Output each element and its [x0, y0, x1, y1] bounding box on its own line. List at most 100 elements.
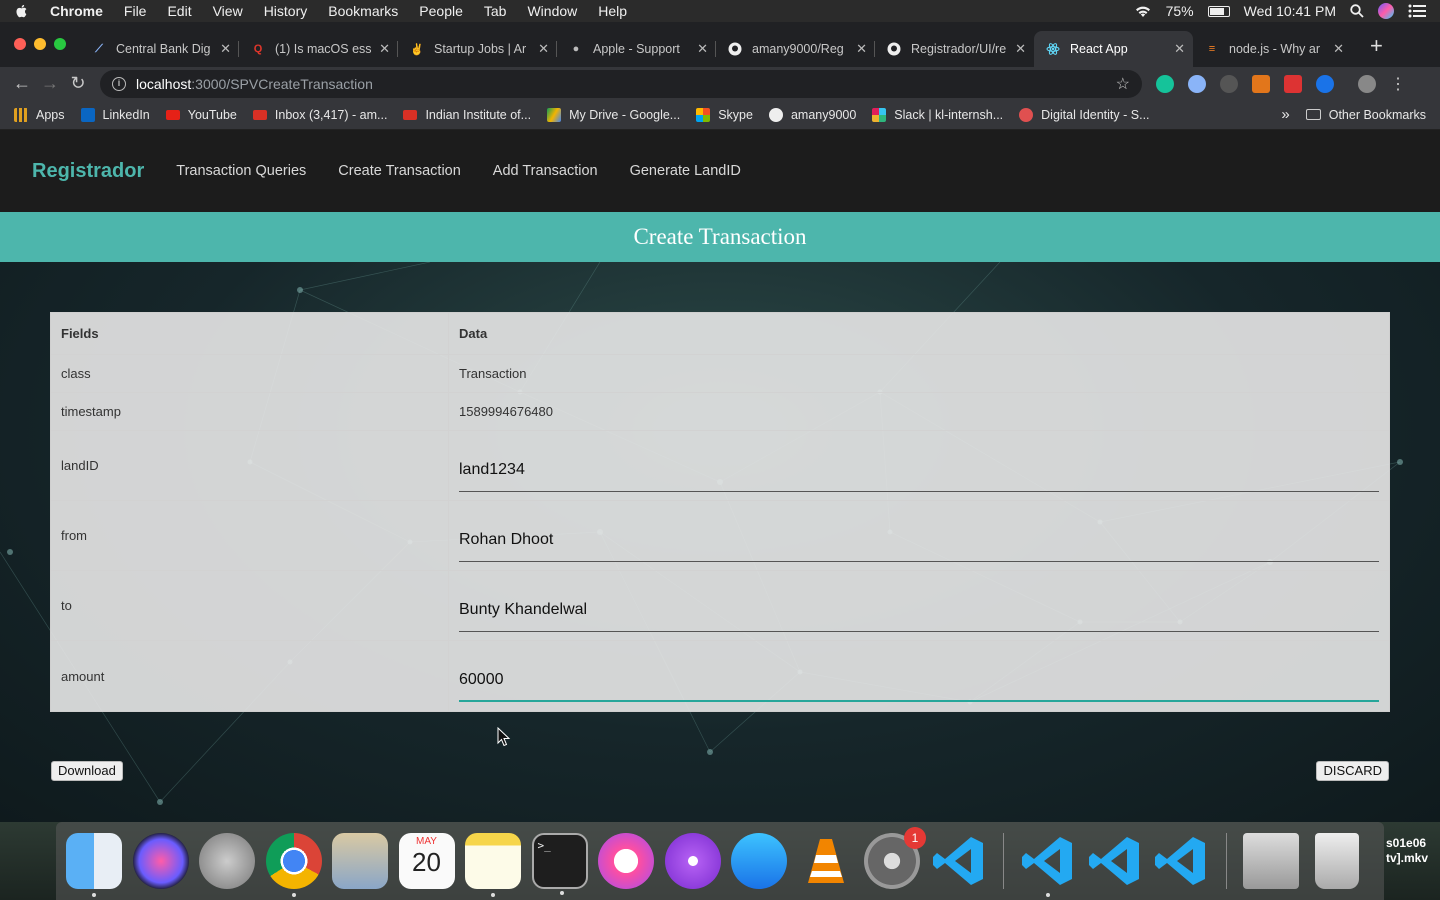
zoom-window-button[interactable] — [54, 38, 66, 50]
app-store-icon[interactable] — [731, 833, 787, 889]
menu-help[interactable]: Help — [598, 3, 627, 19]
finder-icon[interactable] — [66, 833, 122, 897]
calendar-icon[interactable]: MAY 20 — [398, 833, 455, 889]
amount-input[interactable] — [459, 660, 1379, 702]
nav-create-transaction[interactable]: Create Transaction — [338, 163, 461, 179]
bookmark-github-amany[interactable]: amany9000 — [768, 107, 856, 122]
close-tab-icon[interactable]: ✕ — [538, 41, 549, 57]
close-tab-icon[interactable]: ✕ — [1333, 41, 1344, 57]
tab-title: Apple - Support — [593, 42, 680, 56]
downloads-folder-icon[interactable] — [1242, 833, 1299, 889]
chrome-icon[interactable] — [265, 833, 322, 897]
tab-github-amany[interactable]: amany9000/Reg ✕ — [716, 31, 875, 67]
menu-tab[interactable]: Tab — [484, 3, 507, 19]
nav-add-transaction[interactable]: Add Transaction — [493, 163, 598, 179]
menu-history[interactable]: History — [264, 3, 308, 19]
bookmark-iit[interactable]: Indian Institute of... — [403, 108, 531, 122]
address-bar[interactable]: i localhost:3000/SPVCreateTransaction ☆ — [100, 69, 1142, 98]
trash-icon[interactable] — [1315, 833, 1359, 889]
close-tab-icon[interactable]: ✕ — [1015, 41, 1026, 57]
menu-view[interactable]: View — [213, 3, 243, 19]
close-window-button[interactable] — [14, 38, 26, 50]
column-header-fields: Fields — [51, 313, 449, 354]
brand-logo[interactable]: Registrador — [32, 160, 144, 183]
close-tab-icon[interactable]: ✕ — [856, 41, 867, 57]
bookmark-star-icon[interactable]: ☆ — [1116, 74, 1130, 94]
notes-icon[interactable] — [465, 833, 521, 897]
menu-chrome[interactable]: Chrome — [50, 3, 103, 19]
mail-icon[interactable] — [332, 833, 388, 889]
landid-input[interactable] — [459, 449, 1379, 492]
minimize-window-button[interactable] — [34, 38, 46, 50]
close-tab-icon[interactable]: ✕ — [1174, 41, 1185, 57]
menu-window[interactable]: Window — [527, 3, 577, 19]
discard-button[interactable]: DISCARD — [1316, 761, 1389, 781]
podcasts-icon[interactable] — [664, 833, 721, 889]
desktop-file-label[interactable]: s01e06 tv].mkv — [1386, 836, 1428, 866]
calendar-month: MAY — [416, 836, 437, 847]
app-navbar: Registrador Transaction Queries Create T… — [0, 130, 1440, 212]
bookmark-youtube[interactable]: YouTube — [165, 108, 237, 122]
table-row-from: from — [51, 501, 1389, 571]
grammarly-extension-icon[interactable] — [1156, 74, 1174, 93]
apple-menu-icon[interactable] — [14, 3, 30, 19]
bookmark-gmail-inbox[interactable]: Inbox (3,417) - am... — [252, 108, 387, 122]
menu-people[interactable]: People — [419, 3, 463, 19]
forward-arrow-icon[interactable]: → — [36, 73, 64, 94]
from-input[interactable] — [459, 519, 1379, 562]
extension-red-icon[interactable] — [1284, 74, 1302, 93]
new-tab-button[interactable]: + — [1352, 33, 1383, 67]
terminal-icon[interactable]: >_ — [531, 833, 588, 895]
profile-avatar[interactable] — [1358, 74, 1376, 93]
tab-stackoverflow[interactable]: ≡ node.js - Why ar ✕ — [1193, 31, 1352, 67]
itunes-icon[interactable] — [598, 833, 654, 889]
bookmark-linkedin[interactable]: LinkedIn — [80, 107, 150, 122]
vscode-window-icon[interactable] — [1153, 833, 1209, 889]
menu-file[interactable]: File — [124, 3, 147, 19]
spotlight-search-icon[interactable] — [1350, 4, 1364, 18]
tab-react-app[interactable]: React App ✕ — [1034, 31, 1193, 67]
back-arrow-icon[interactable]: ← — [8, 73, 36, 94]
download-button[interactable]: Download — [51, 761, 123, 781]
launchpad-icon[interactable] — [199, 833, 255, 889]
transaction-form-table: Fields Data class Transaction timestamp … — [50, 312, 1390, 712]
reload-icon[interactable]: ↻ — [64, 73, 92, 94]
wifi-icon[interactable] — [1134, 4, 1152, 18]
notification-center-icon[interactable] — [1408, 4, 1426, 18]
other-bookmarks[interactable]: Other Bookmarks — [1329, 108, 1426, 122]
vlc-icon[interactable] — [797, 833, 854, 889]
close-tab-icon[interactable]: ✕ — [697, 41, 708, 57]
extension-circle-icon[interactable] — [1188, 74, 1206, 93]
close-tab-icon[interactable]: ✕ — [379, 41, 390, 57]
bookmark-slack[interactable]: Slack | kl-internsh... — [872, 107, 1003, 122]
bookmark-skype[interactable]: Skype — [696, 107, 753, 122]
system-preferences-icon[interactable]: 1 — [864, 827, 926, 889]
siri-icon[interactable] — [1378, 3, 1394, 19]
vscode-icon[interactable] — [931, 833, 987, 889]
menu-edit[interactable]: Edit — [167, 3, 191, 19]
wordpress-extension-icon[interactable] — [1220, 74, 1238, 93]
to-input[interactable] — [459, 589, 1379, 632]
tab-startup-jobs[interactable]: ✌ Startup Jobs | Ar ✕ — [398, 31, 557, 67]
nav-generate-landid[interactable]: Generate LandID — [630, 163, 741, 179]
menu-bookmarks[interactable]: Bookmarks — [328, 3, 398, 19]
vscode-window-icon[interactable] — [1020, 833, 1076, 897]
bookmark-digital-identity[interactable]: Digital Identity - S... — [1019, 107, 1150, 122]
vscode-window-icon[interactable] — [1087, 833, 1143, 889]
menubar-clock[interactable]: Wed 10:41 PM — [1244, 3, 1336, 19]
chrome-menu-icon[interactable]: ⋮ — [1390, 74, 1406, 94]
tab-quora[interactable]: Q (1) Is macOS ess ✕ — [239, 31, 398, 67]
siri-icon[interactable] — [132, 833, 189, 889]
tab-apple-support[interactable]: ● Apple - Support ✕ — [557, 31, 716, 67]
bookmark-google-drive[interactable]: My Drive - Google... — [547, 107, 680, 122]
nav-transaction-queries[interactable]: Transaction Queries — [176, 163, 306, 179]
tab-central-bank[interactable]: ⟋ Central Bank Dig ✕ — [80, 31, 239, 67]
site-info-icon[interactable]: i — [112, 76, 126, 91]
close-tab-icon[interactable]: ✕ — [220, 41, 231, 57]
bookmark-apps[interactable]: Apps — [14, 107, 65, 122]
battery-icon[interactable] — [1207, 5, 1230, 17]
metamask-extension-icon[interactable] — [1252, 74, 1270, 93]
tab-github-registrador[interactable]: Registrador/UI/re ✕ — [875, 31, 1034, 67]
extension-blue-icon[interactable] — [1316, 74, 1334, 93]
more-bookmarks-chevron-icon[interactable]: » — [1281, 106, 1289, 123]
